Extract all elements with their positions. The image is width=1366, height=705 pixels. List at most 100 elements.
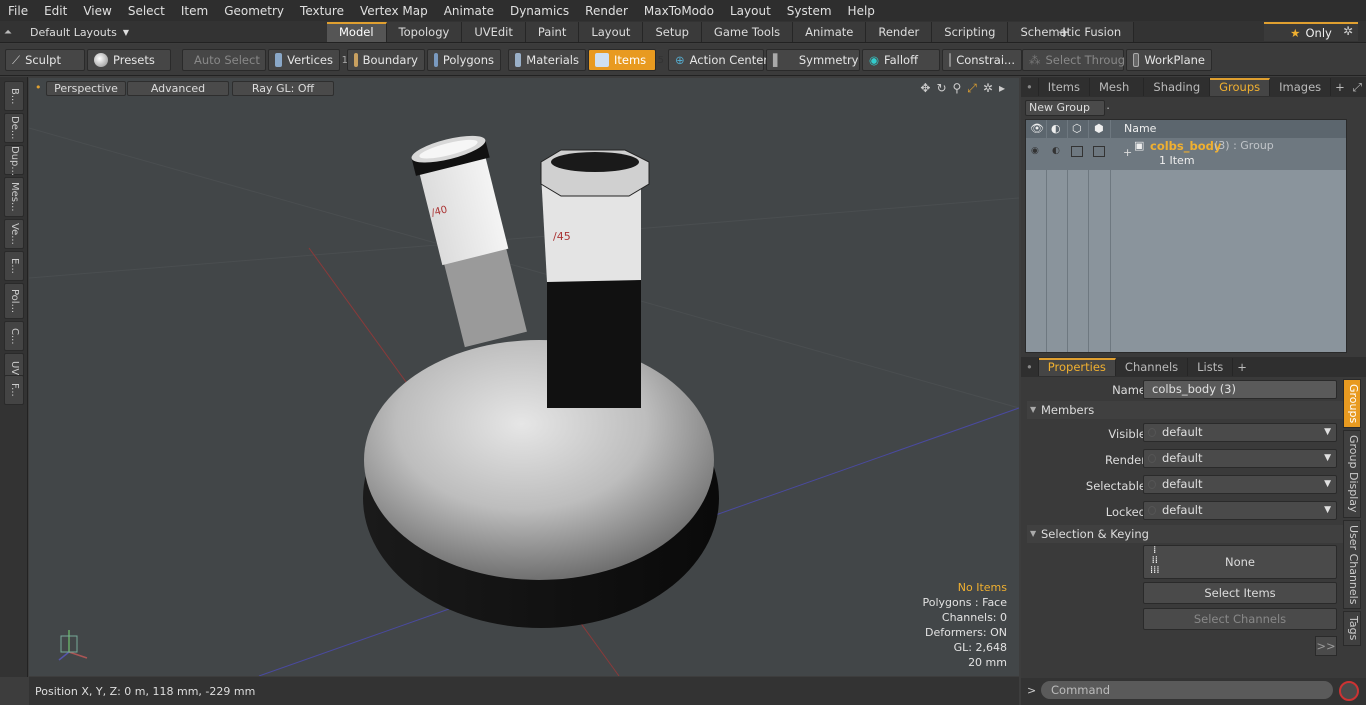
- none-button[interactable]: ⁞ ⁞⁞ ⁞⁞⁞ None: [1143, 545, 1337, 579]
- rotate-icon[interactable]: ↻: [936, 81, 946, 96]
- menu-help[interactable]: Help: [840, 4, 883, 18]
- side-tab-user-channels[interactable]: User Channels: [1343, 519, 1361, 610]
- tab-uvedit[interactable]: UVEdit: [462, 22, 526, 42]
- tab-properties[interactable]: Properties: [1038, 358, 1116, 376]
- falloff-button[interactable]: ◉ Falloff: [862, 49, 940, 71]
- side-tab-group-display[interactable]: Group Display: [1343, 430, 1361, 518]
- menu-animate[interactable]: Animate: [436, 4, 502, 18]
- panel-expand-icon[interactable]: ⤢: [1349, 78, 1366, 96]
- left-tab-polygon[interactable]: Pol...: [4, 283, 24, 319]
- move-icon[interactable]: ✥: [920, 81, 930, 96]
- menu-geometry[interactable]: Geometry: [216, 4, 292, 18]
- sculpt-button[interactable]: ⟋ Sculpt: [5, 49, 85, 71]
- render-select[interactable]: default ▼: [1143, 449, 1337, 468]
- new-group-button[interactable]: New Group: [1025, 100, 1105, 116]
- viewport-menu-dot[interactable]: •: [35, 81, 42, 94]
- raygl-button[interactable]: Ray GL: Off: [232, 81, 334, 96]
- presets-button[interactable]: Presets: [87, 49, 171, 71]
- menu-vertex-map[interactable]: Vertex Map: [352, 4, 436, 18]
- side-tab-tags[interactable]: Tags: [1343, 611, 1361, 646]
- polygons-button[interactable]: Polygons: [427, 49, 501, 71]
- record-icon[interactable]: [1339, 681, 1359, 701]
- tab-game-tools[interactable]: Game Tools: [701, 22, 794, 42]
- tab-model[interactable]: Model: [327, 22, 387, 42]
- menu-render[interactable]: Render: [577, 4, 636, 18]
- group-list[interactable]: 👁 ◐ ⬡ ⬢ Name ◉ ◐ + ▣ colbs_body (3) : Gr…: [1025, 119, 1347, 353]
- menu-layout[interactable]: Layout: [722, 4, 779, 18]
- left-tab-vertex[interactable]: Ve...: [4, 219, 24, 249]
- tab-animate[interactable]: Animate: [793, 22, 867, 42]
- props-menu-dot[interactable]: •: [1021, 358, 1039, 376]
- left-tab-duplicate[interactable]: Dup...: [4, 145, 24, 176]
- select-icon[interactable]: ⬢: [1094, 122, 1104, 135]
- members-section[interactable]: Members: [1027, 401, 1343, 419]
- action-center-button[interactable]: ⊕ Action Center: [668, 49, 768, 71]
- tab-topology[interactable]: Topology: [386, 22, 463, 42]
- tab-lists[interactable]: Lists: [1188, 358, 1234, 376]
- render-icon[interactable]: ◐: [1051, 122, 1061, 135]
- menu-dynamics[interactable]: Dynamics: [502, 4, 577, 18]
- 3d-viewport[interactable]: /40 /45 • Perspective Advanced Ray GL: O…: [29, 78, 1019, 676]
- fit-icon[interactable]: ⤢: [967, 81, 977, 96]
- more-button[interactable]: >>: [1315, 636, 1337, 656]
- menu-view[interactable]: View: [75, 4, 119, 18]
- menu-select[interactable]: Select: [120, 4, 173, 18]
- visibility-eye-icon[interactable]: 👁: [1030, 122, 1044, 135]
- tab-channels[interactable]: Channels: [1116, 358, 1189, 376]
- settings-icon[interactable]: ✲: [983, 81, 993, 96]
- selectable-select[interactable]: default ▼: [1143, 475, 1337, 494]
- add-props-tab-icon[interactable]: +: [1233, 358, 1251, 376]
- add-tab-icon[interactable]: +: [1055, 22, 1073, 42]
- materials-button[interactable]: Materials: [508, 49, 586, 71]
- menu-texture[interactable]: Texture: [292, 4, 352, 18]
- tab-layout[interactable]: Layout: [579, 22, 644, 42]
- row-select-box[interactable]: [1093, 146, 1105, 157]
- left-tab-basic[interactable]: B...: [4, 81, 24, 111]
- constraints-button[interactable]: Constrai...: [942, 49, 1022, 71]
- tab-setup[interactable]: Setup: [643, 22, 702, 42]
- vertices-button[interactable]: Vertices 1: [268, 49, 348, 71]
- tab-mesh[interactable]: Mesh ...: [1090, 78, 1145, 112]
- left-tab-mesh[interactable]: Mes...: [4, 177, 24, 217]
- select-through-button[interactable]: ⁂ Select Through: [1022, 49, 1132, 71]
- layouts-dropdown[interactable]: ⏶ Default Layouts ▼: [4, 23, 129, 41]
- left-tab-edge[interactable]: E...: [4, 251, 24, 281]
- workplane-button[interactable]: WorkPlane: [1126, 49, 1212, 71]
- auto-select-button[interactable]: Auto Select: [182, 49, 266, 71]
- name-input[interactable]: colbs_body (3): [1143, 380, 1337, 399]
- locked-select[interactable]: default ▼: [1143, 501, 1337, 520]
- tab-shading[interactable]: Shading: [1144, 78, 1211, 96]
- command-input[interactable]: Command: [1041, 681, 1333, 699]
- select-items-button[interactable]: Select Items: [1143, 582, 1337, 604]
- tab-scripting[interactable]: Scripting: [932, 22, 1009, 42]
- left-tab-deform[interactable]: De...: [4, 113, 24, 143]
- zoom-icon[interactable]: ⚲: [953, 81, 962, 96]
- tab-groups[interactable]: Groups: [1210, 78, 1271, 96]
- menu-maxtomodo[interactable]: MaxToModo: [636, 4, 722, 18]
- panel-menu-dot[interactable]: •: [1021, 78, 1039, 96]
- expand-icon[interactable]: +: [1123, 146, 1132, 159]
- left-tab-fusion[interactable]: F...: [4, 375, 24, 405]
- row-lock-box[interactable]: [1071, 146, 1083, 157]
- tab-images[interactable]: Images: [1270, 78, 1332, 96]
- lock-icon[interactable]: ⬡: [1072, 122, 1082, 135]
- advanced-button[interactable]: Advanced: [127, 81, 229, 96]
- group-row[interactable]: ◉ ◐ + ▣ colbs_body (3) : Group 1 Item: [1026, 138, 1346, 170]
- select-channels-button[interactable]: Select Channels: [1143, 608, 1337, 630]
- row-render-icon[interactable]: ◐: [1052, 146, 1060, 156]
- side-tab-groups[interactable]: Groups: [1343, 379, 1361, 429]
- left-tab-curve[interactable]: C...: [4, 321, 24, 351]
- menu-edit[interactable]: Edit: [36, 4, 75, 18]
- menu-item[interactable]: Item: [173, 4, 216, 18]
- symmetry-button[interactable]: ▌ Symmetry: [766, 49, 860, 71]
- tab-render[interactable]: Render: [866, 22, 933, 42]
- menu-system[interactable]: System: [779, 4, 840, 18]
- add-panel-tab-icon[interactable]: +: [1331, 78, 1349, 96]
- tab-items[interactable]: Items: [1039, 78, 1090, 96]
- perspective-button[interactable]: Perspective: [46, 81, 126, 96]
- gear-icon[interactable]: ✲: [1343, 24, 1353, 38]
- tab-paint[interactable]: Paint: [525, 22, 580, 42]
- menu-file[interactable]: File: [0, 4, 36, 18]
- visible-select[interactable]: default ▼: [1143, 423, 1337, 442]
- selection-keying-section[interactable]: Selection & Keying: [1027, 525, 1343, 543]
